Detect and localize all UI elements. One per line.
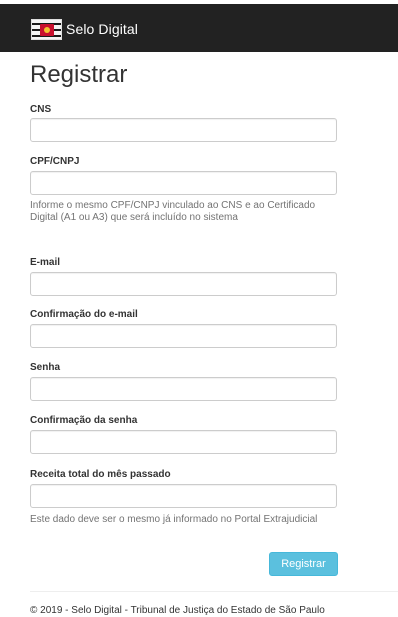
- password-confirm-input[interactable]: [30, 430, 337, 454]
- revenue-help-text: Este dado deve ser o mesmo já informado …: [30, 514, 318, 525]
- cpf-cnpj-input[interactable]: [30, 171, 337, 195]
- cpf-cnpj-label: CPF/CNPJ: [30, 156, 80, 167]
- password-input[interactable]: [30, 377, 337, 401]
- footer-divider: [30, 591, 398, 592]
- email-label: E-mail: [30, 257, 61, 268]
- tjsp-logo-icon: [31, 18, 62, 40]
- password-label: Senha: [30, 362, 61, 373]
- email-confirm-label: Confirmação do e-mail: [30, 309, 138, 320]
- revenue-label: Receita total do mês passado: [30, 469, 171, 480]
- brand-name: Selo Digital: [66, 21, 139, 37]
- revenue-input[interactable]: [30, 484, 337, 508]
- brand-link[interactable]: Selo Digital: [31, 17, 138, 41]
- footer-copyright: © 2019 - Selo Digital - Tribunal de Just…: [30, 605, 325, 616]
- page-title: Registrar: [30, 61, 128, 88]
- top-navbar: Selo Digital: [0, 0, 398, 52]
- cns-label: CNS: [30, 104, 52, 115]
- password-confirm-label: Confirmação da senha: [30, 415, 138, 426]
- register-button[interactable]: Registrar: [269, 552, 338, 576]
- cns-input[interactable]: [30, 118, 337, 142]
- cpf-cnpj-help-text: Informe o mesmo CPF/CNPJ vinculado ao CN…: [30, 200, 316, 223]
- email-input[interactable]: [30, 272, 337, 296]
- email-confirm-input[interactable]: [30, 324, 337, 348]
